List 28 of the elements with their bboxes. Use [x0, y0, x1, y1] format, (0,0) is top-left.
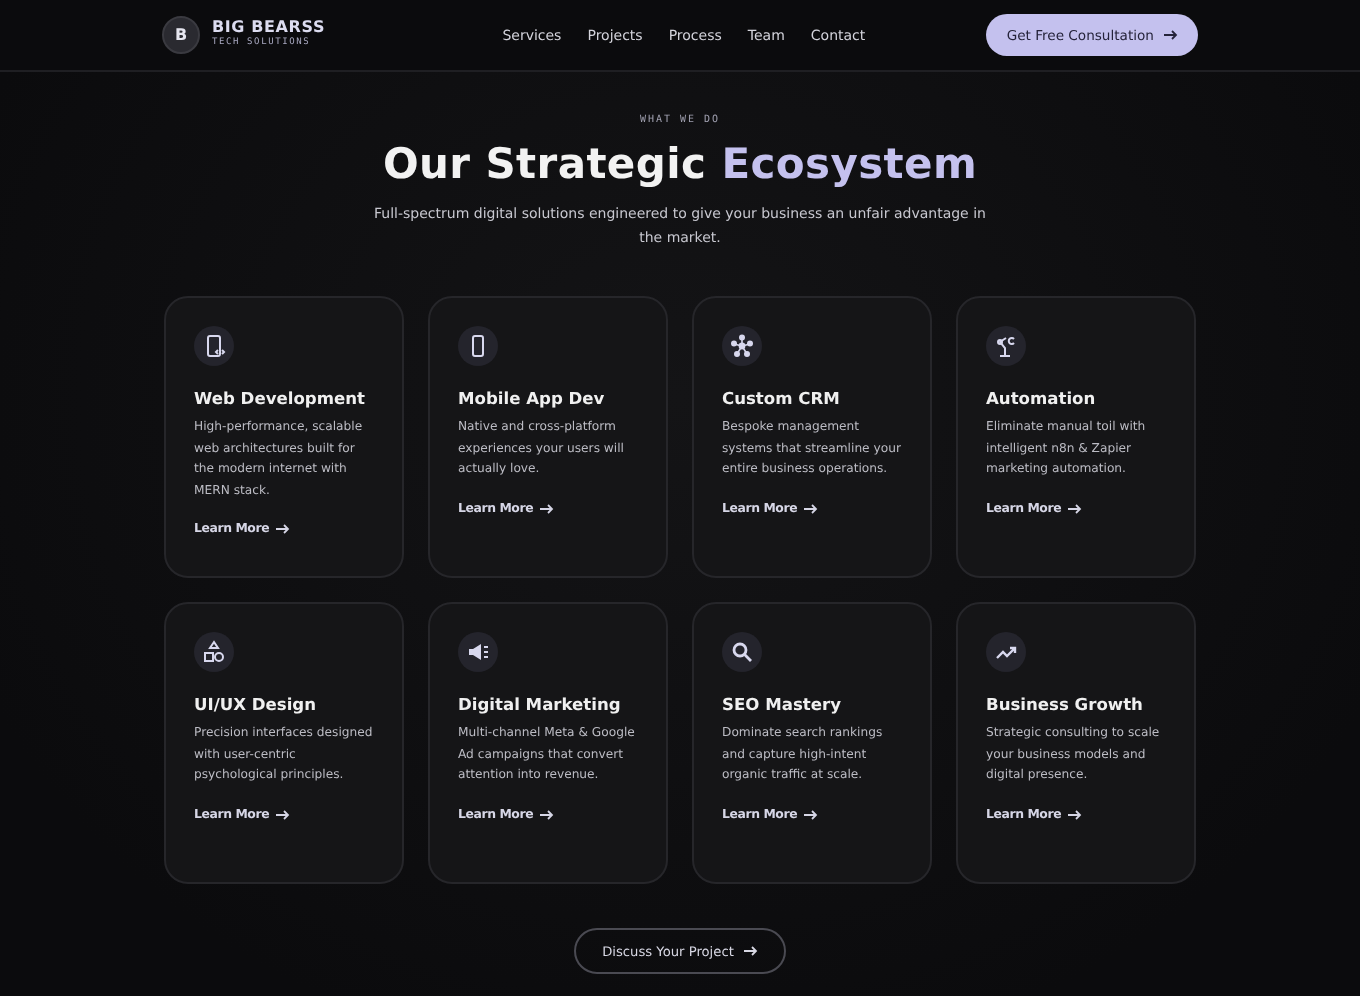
arrow-icon [539, 809, 554, 820]
phone-icon [466, 334, 490, 358]
arrow-icon [1163, 30, 1178, 40]
card-title: Web Development [194, 388, 367, 408]
logo-mark[interactable]: B [162, 16, 200, 54]
card-title: Digital Marketing [458, 694, 623, 714]
section-title: Our Strategic Ecosystem [382, 140, 978, 188]
arrow-icon [275, 809, 290, 820]
card-title: Custom CRM [722, 388, 842, 408]
network-icon [730, 334, 754, 358]
code-icon [202, 334, 226, 358]
robot-arm-icon [994, 334, 1018, 358]
arrow-icon [1067, 503, 1082, 514]
brand-name: BIG BEARSS [212, 20, 326, 37]
card-title: Automation [986, 388, 1098, 408]
shapes-icon [202, 640, 226, 664]
card-title: Business Growth [986, 694, 1145, 714]
megaphone-icon [466, 640, 490, 664]
arrow-icon [539, 503, 554, 514]
card-title: UI/UX Design [194, 694, 319, 714]
card-title: Mobile App Dev [458, 388, 607, 408]
arrow-icon [1067, 809, 1082, 820]
arrow-icon [743, 946, 758, 956]
arrow-icon [803, 503, 818, 514]
arrow-icon [803, 809, 818, 820]
card-title: SEO Mastery [722, 694, 843, 714]
arrow-icon [275, 524, 290, 535]
search-icon [730, 640, 754, 664]
